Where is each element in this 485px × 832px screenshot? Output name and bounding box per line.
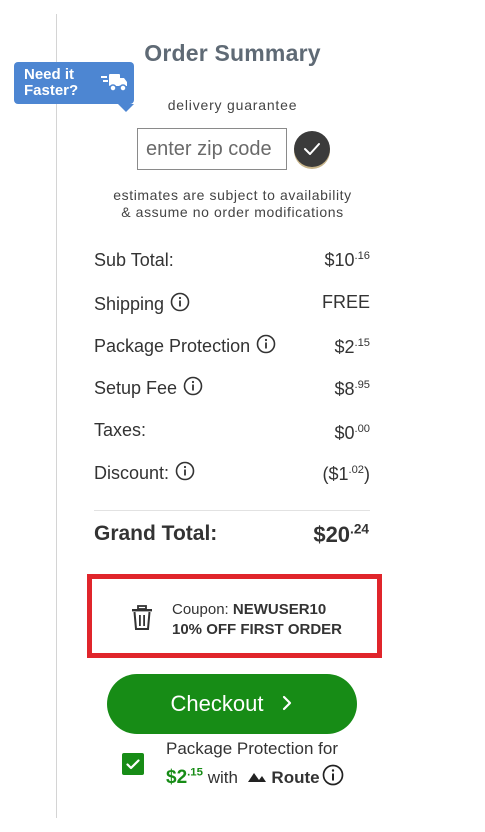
grand-total-value: $20.24 <box>313 522 369 548</box>
discount-value: ($1.02) <box>322 464 370 485</box>
protection-cents: .15 <box>354 337 370 349</box>
estimate-disclaimer: estimates are subject to availability & … <box>0 187 485 221</box>
page-title: Order Summary <box>144 40 321 66</box>
subtotal-value: $10.16 <box>324 250 370 271</box>
grand-total-cents: .24 <box>350 521 369 537</box>
grand-total-whole: $20 <box>313 522 351 547</box>
route-provider-name: Route <box>271 768 320 787</box>
grand-total-label: Grand Total: <box>94 522 218 545</box>
package-protection-checkbox[interactable] <box>122 753 144 775</box>
protection-label-wrap: Package Protection <box>94 334 276 357</box>
chevron-right-icon <box>281 691 293 717</box>
pp-price-whole: $2 <box>166 767 188 788</box>
protection-value: $2.15 <box>334 337 370 358</box>
taxes-cents: .00 <box>354 423 370 435</box>
totals-separator <box>94 510 370 511</box>
package-protection-text: Package Protection for <box>166 739 338 758</box>
discount-close: ) <box>364 464 370 484</box>
checkout-label: Checkout <box>170 691 264 716</box>
protection-label: Package Protection <box>94 336 251 356</box>
truck-icon <box>101 74 127 92</box>
taxes-row: Taxes: $0.00 <box>94 420 370 448</box>
subtotal-row: Sub Total: $10.16 <box>94 250 370 278</box>
setup-fee-row: Setup Fee $8.95 <box>94 376 370 404</box>
discount-row: Discount: ($1.02) <box>94 461 370 489</box>
setup-cents: .95 <box>354 379 370 391</box>
checkout-button[interactable]: Checkout <box>107 674 357 734</box>
discount-label: Discount: <box>94 463 170 483</box>
taxes-whole: $0 <box>334 423 355 443</box>
package-protection-price-line: $2.15 with Route <box>166 764 344 789</box>
coupon-description: 10% OFF FIRST ORDER <box>172 621 343 638</box>
trash-icon[interactable] <box>130 605 154 631</box>
coupon-prefix: Coupon: <box>172 601 229 618</box>
setup-whole: $8 <box>334 379 355 399</box>
zip-code-input[interactable] <box>137 128 287 170</box>
shipping-info-icon[interactable] <box>170 292 190 312</box>
disclaimer-line-1: estimates are subject to availability <box>113 187 352 203</box>
coupon-code: NEWUSER10 <box>232 601 327 618</box>
pp-price-cents: .15 <box>187 766 203 779</box>
discount-whole: ($1 <box>322 464 349 484</box>
discount-cents: .02 <box>348 464 364 476</box>
subtotal-whole: $10 <box>324 250 355 270</box>
badge-text: Need it Faster? <box>24 67 78 99</box>
subtotal-cents: .16 <box>354 250 370 262</box>
protection-whole: $2 <box>334 337 355 357</box>
checkbox-check-icon <box>126 758 140 769</box>
shipping-label-wrap: Shipping <box>94 292 190 315</box>
taxes-value: $0.00 <box>334 423 370 444</box>
taxes-label: Taxes: <box>94 420 147 440</box>
setup-value: $8.95 <box>334 379 370 400</box>
setup-info-icon[interactable] <box>183 376 203 396</box>
setup-label-wrap: Setup Fee <box>94 376 203 399</box>
protection-info-icon[interactable] <box>256 334 276 354</box>
checkmark-icon <box>304 143 320 155</box>
badge-line-1: Need it <box>24 66 75 83</box>
delivery-guarantee-label: delivery guarantee <box>0 97 485 113</box>
package-protection-row: Package Protection $2.15 <box>94 334 370 362</box>
route-logo-icon <box>247 773 266 782</box>
disclaimer-line-2: & assume no order modifications <box>121 204 344 220</box>
shipping-row: Shipping FREE <box>94 292 370 320</box>
pp-with-text: with <box>207 768 238 787</box>
coupon-code-line: Coupon: NEWUSER10 <box>172 601 326 618</box>
applied-coupon: Coupon: NEWUSER10 10% OFF FIRST ORDER <box>87 574 382 658</box>
setup-label: Setup Fee <box>94 378 178 398</box>
discount-info-icon[interactable] <box>175 461 195 481</box>
delivery-guarantee-text: delivery guarantee <box>167 97 298 113</box>
package-protection-price: $2.15 <box>166 767 203 788</box>
zip-submit-button[interactable] <box>294 131 330 167</box>
discount-label-wrap: Discount: <box>94 461 195 484</box>
subtotal-label: Sub Total: <box>94 250 174 270</box>
shipping-value: FREE <box>321 292 370 312</box>
route-info-icon[interactable] <box>322 764 344 786</box>
left-divider <box>56 14 57 818</box>
shipping-label: Shipping <box>94 294 165 314</box>
